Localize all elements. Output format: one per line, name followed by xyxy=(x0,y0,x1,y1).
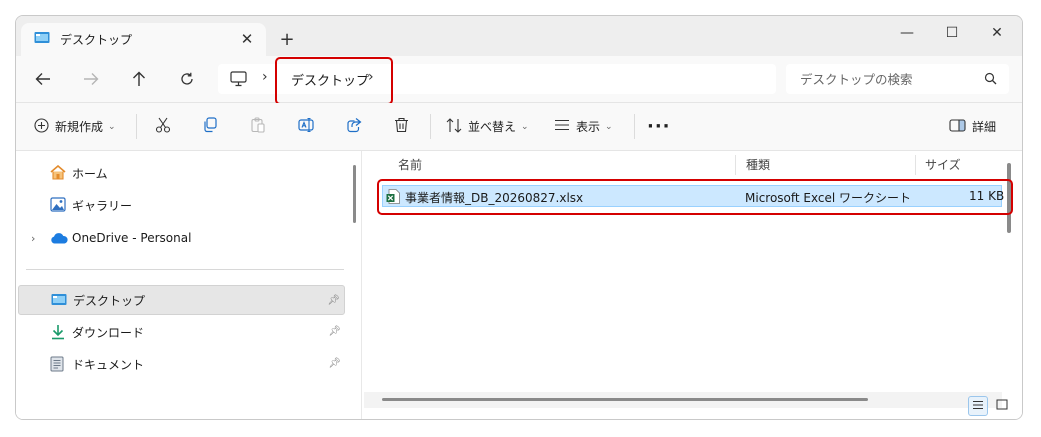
onedrive-cloud-icon xyxy=(50,232,68,247)
share-button[interactable] xyxy=(346,103,362,150)
column-header-type[interactable]: 種類 xyxy=(746,151,770,177)
column-header-name[interactable]: 名前 xyxy=(398,151,422,177)
view-button[interactable]: 表示 ⌄ xyxy=(554,103,613,150)
home-icon xyxy=(50,164,66,183)
toolbar-divider xyxy=(634,114,635,139)
tiles-view-icon xyxy=(996,399,1008,413)
view-lines-icon xyxy=(554,119,570,134)
details-view-button[interactable] xyxy=(968,396,988,416)
nav-item-onedrive[interactable]: › OneDrive - Personal xyxy=(18,223,345,253)
nav-item-label: ホーム xyxy=(72,166,108,181)
column-divider[interactable] xyxy=(735,155,736,175)
nav-item-label: デスクトップ xyxy=(73,293,146,308)
tab-title: デスクトップ xyxy=(60,33,133,47)
clipboard-icon xyxy=(250,117,266,136)
paste-button[interactable] xyxy=(250,103,266,150)
rename-icon xyxy=(298,117,315,136)
address-box[interactable]: › デスクトップ › xyxy=(218,64,776,94)
desktop-folder-icon xyxy=(34,31,50,48)
close-window-button[interactable]: ✕ xyxy=(974,18,1020,48)
nav-item-label: OneDrive - Personal xyxy=(72,231,192,245)
nav-item-label: ドキュメント xyxy=(72,357,145,372)
file-list: 名前 種類 サイズ 事業者情報_DB_20260827.xlsx Microso… xyxy=(362,151,1022,419)
breadcrumb-chevron[interactable]: › xyxy=(368,69,374,85)
file-type: Microsoft Excel ワークシート xyxy=(745,191,912,205)
details-pane-icon xyxy=(949,118,966,135)
details-label: 詳細 xyxy=(972,120,997,134)
copy-button[interactable] xyxy=(202,103,218,150)
rename-button[interactable] xyxy=(298,103,315,150)
file-size: 11 KB xyxy=(969,189,1005,203)
nav-divider xyxy=(26,269,344,270)
address-bar-row: › デスクトップ › xyxy=(16,56,1022,103)
tiles-view-button[interactable] xyxy=(992,396,1012,416)
forward-arrow-icon[interactable] xyxy=(80,69,102,89)
file-name: 事業者情報_DB_20260827.xlsx xyxy=(405,191,584,205)
details-pane-button[interactable]: 詳細 xyxy=(949,103,996,150)
new-button[interactable]: 新規作成 ⌄ xyxy=(34,103,116,150)
trash-icon xyxy=(394,117,409,136)
maximize-button[interactable]: ☐ xyxy=(929,18,975,48)
scissors-icon xyxy=(155,117,171,136)
command-bar: 新規作成 ⌄ 並べ替え ⌄ 表示 ⌄ ··· 詳細 xyxy=(16,103,1022,151)
cut-button[interactable] xyxy=(155,103,171,150)
desktop-folder-icon xyxy=(51,293,67,310)
gallery-icon xyxy=(50,197,66,215)
excel-file-icon xyxy=(386,189,400,207)
back-arrow-icon[interactable] xyxy=(32,69,54,89)
nav-scrollbar[interactable] xyxy=(353,165,356,223)
sort-button[interactable]: 並べ替え ⌄ xyxy=(446,103,529,150)
view-label: 表示 xyxy=(576,120,601,134)
nav-item-label: ギャラリー xyxy=(72,198,133,213)
column-header-size[interactable]: サイズ xyxy=(925,151,961,177)
chevron-right-icon[interactable]: › xyxy=(31,232,35,245)
chevron-down-icon: ⌄ xyxy=(521,121,529,132)
vertical-scrollbar[interactable] xyxy=(1007,163,1011,233)
details-view-icon xyxy=(972,399,984,413)
up-arrow-icon[interactable] xyxy=(128,69,150,89)
column-divider[interactable] xyxy=(915,155,916,175)
plus-circle-icon xyxy=(34,117,49,136)
nav-item-documents[interactable]: ドキュメント 📌︎ xyxy=(18,349,345,379)
chevron-down-icon: ⌄ xyxy=(605,121,613,132)
pin-icon[interactable]: 📌︎ xyxy=(328,326,341,337)
search-input[interactable] xyxy=(786,64,980,94)
pin-icon[interactable]: 📌︎ xyxy=(327,295,340,306)
new-label: 新規作成 xyxy=(55,120,104,134)
share-icon xyxy=(346,117,362,136)
pin-icon[interactable]: 📌︎ xyxy=(328,358,341,369)
this-pc-icon[interactable] xyxy=(230,71,247,90)
more-options-button[interactable]: ··· xyxy=(647,103,671,150)
sort-arrows-icon xyxy=(446,117,462,136)
nav-item-home[interactable]: ホーム xyxy=(18,158,345,188)
table-row[interactable]: 事業者情報_DB_20260827.xlsx Microsoft Excel ワ… xyxy=(382,185,1005,207)
new-tab-button[interactable]: + xyxy=(276,28,298,50)
horizontal-scrollbar[interactable] xyxy=(382,398,868,401)
refresh-icon[interactable] xyxy=(176,69,198,89)
toolbar-divider xyxy=(430,114,431,139)
breadcrumb-desktop[interactable]: デスクトップ xyxy=(291,70,369,89)
toolbar-divider xyxy=(136,114,137,139)
download-arrow-icon xyxy=(50,324,66,343)
nav-item-downloads[interactable]: ダウンロード 📌︎ xyxy=(18,317,345,347)
sort-label: 並べ替え xyxy=(468,120,517,134)
breadcrumb-separator[interactable]: › xyxy=(262,69,268,85)
delete-button[interactable] xyxy=(394,103,409,150)
search-icon[interactable] xyxy=(984,72,997,88)
minimize-button[interactable]: — xyxy=(884,18,930,48)
navigation-pane: ホーム ギャラリー › OneDrive - Personal デスクトップ 📌… xyxy=(16,151,361,419)
content-area: ホーム ギャラリー › OneDrive - Personal デスクトップ 📌… xyxy=(16,151,1022,419)
file-explorer-window: デスクトップ ✕ + — ☐ ✕ › デスクトップ › デスクトップの検索 新規… xyxy=(15,15,1023,420)
title-bar: デスクトップ ✕ + — ☐ ✕ xyxy=(16,16,1022,56)
nav-item-desktop[interactable]: デスクトップ 📌︎ xyxy=(18,285,345,315)
chevron-down-icon: ⌄ xyxy=(108,121,116,132)
tab-close-icon[interactable]: ✕ xyxy=(238,30,256,48)
nav-item-gallery[interactable]: ギャラリー xyxy=(18,190,345,220)
search-box[interactable] xyxy=(786,64,1009,94)
copy-icon xyxy=(202,117,218,136)
document-icon xyxy=(50,356,64,375)
nav-item-label: ダウンロード xyxy=(72,325,145,340)
tab-desktop[interactable]: デスクトップ ✕ xyxy=(21,23,266,56)
